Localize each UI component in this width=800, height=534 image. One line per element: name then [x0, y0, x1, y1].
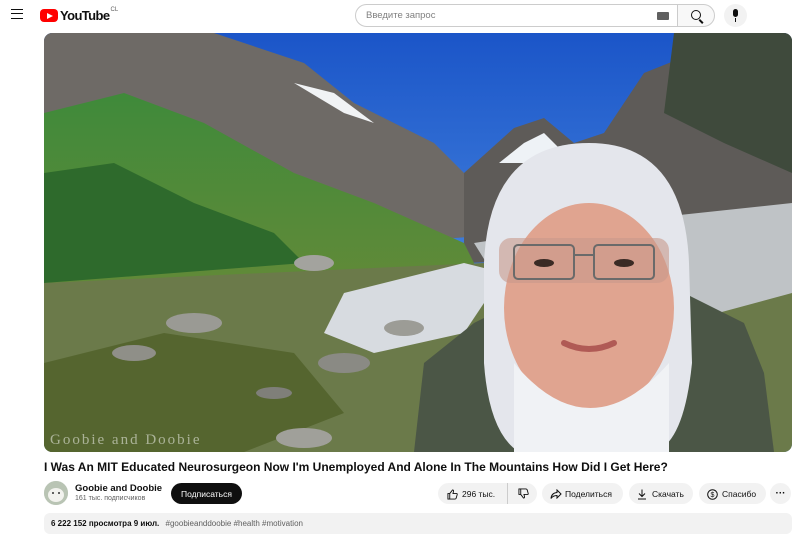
share-button[interactable]: Поделиться [542, 483, 623, 504]
view-count: 6 222 152 просмотра [51, 519, 132, 528]
avatar-image [44, 481, 68, 505]
video-title: I Was An MIT Educated Neurosurgeon Now I… [44, 460, 668, 474]
subscriber-count: 161 тыс. подписчиков [75, 495, 146, 502]
thumbs-down-icon [518, 488, 529, 499]
youtube-logo[interactable]: YouTube CL [40, 6, 119, 23]
dislike-button[interactable] [508, 483, 537, 504]
top-bar: YouTube CL [0, 0, 800, 32]
logo-text: YouTube [60, 8, 110, 23]
download-icon [637, 489, 647, 499]
description-box[interactable]: 6 222 152 просмотра 9 июл. #goobieanddoo… [44, 513, 792, 534]
search-icon [691, 10, 701, 20]
thanks-button[interactable]: $ Спасибо [699, 483, 766, 504]
search-input[interactable] [356, 5, 636, 26]
subscribe-button[interactable]: Подписаться [171, 483, 242, 504]
like-count: 296 тыс. [462, 488, 496, 499]
video-player[interactable]: Goobie and Doobie [44, 33, 792, 452]
hashtags[interactable]: #goobieanddoobie #health #motivation [166, 519, 303, 528]
thanks-label: Спасибо [722, 488, 757, 499]
thumbs-up-icon [447, 488, 458, 500]
search-box [355, 4, 678, 27]
like-dislike-group: 296 тыс. [438, 483, 537, 504]
video-frame: Goobie and Doobie [44, 33, 792, 452]
download-button[interactable]: Скачать [629, 483, 693, 504]
share-label: Поделиться [565, 488, 612, 499]
svg-text:$: $ [711, 492, 715, 499]
menu-icon[interactable] [11, 9, 23, 19]
channel-name[interactable]: Goobie and Doobie [75, 483, 162, 494]
upload-date: 9 июл. [133, 519, 160, 528]
country-code: CL [110, 6, 119, 13]
keyboard-icon[interactable] [657, 12, 669, 20]
share-icon [550, 488, 562, 499]
video-watermark: Goobie and Doobie [50, 432, 201, 448]
dollar-heart-icon: $ [707, 488, 718, 500]
download-label: Скачать [652, 488, 684, 499]
more-actions-button[interactable]: ··· [770, 483, 791, 504]
like-button[interactable]: 296 тыс. [438, 483, 508, 504]
description-line: 6 222 152 просмотра 9 июл. #goobieanddoo… [51, 519, 303, 528]
play-logo-icon [40, 9, 58, 22]
channel-avatar[interactable] [44, 481, 68, 505]
search-button[interactable] [677, 4, 715, 27]
voice-search-button[interactable] [724, 4, 747, 27]
